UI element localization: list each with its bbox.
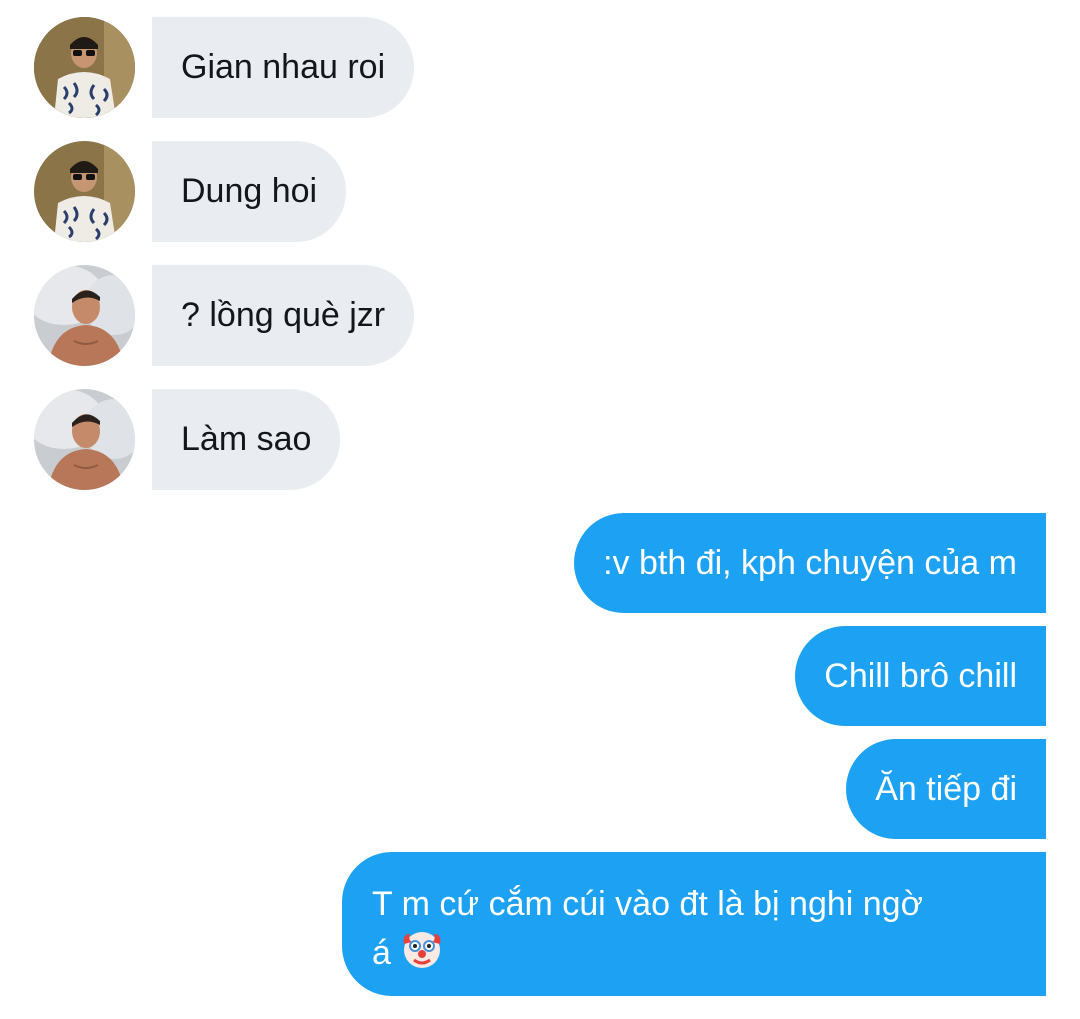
message-text: Ăn tiếp đi	[875, 770, 1017, 808]
incoming-message-bubble[interactable]: ? lồng què jzr	[152, 265, 415, 366]
message-text: Gian nhau roi	[181, 48, 386, 86]
avatar-lying-pillow[interactable]	[34, 265, 135, 366]
incoming-message-bubble[interactable]: Làm sao	[152, 389, 341, 490]
avatar-sunglasses-shirt[interactable]	[34, 141, 135, 242]
message-text-line: T m cứ cắm cúi vào đt là bị nghi ngờ	[372, 885, 923, 923]
avatar-sunglasses-shirt[interactable]	[34, 17, 135, 118]
message-text: ? lồng què jzr	[181, 296, 386, 334]
incoming-message-bubble[interactable]: Dung hoi	[152, 141, 347, 242]
message-text: Chill brô chill	[824, 657, 1017, 695]
message-text: Làm sao	[181, 420, 312, 458]
clown-face-icon	[400, 928, 444, 972]
message-text: á	[372, 934, 391, 972]
outgoing-message-bubble[interactable]: Chill brô chill	[795, 626, 1046, 726]
outgoing-message-bubble[interactable]: :v bth đi, kph chuyện của m	[574, 513, 1046, 613]
message-text-line-2: á	[372, 928, 1017, 977]
incoming-message-bubble[interactable]: Gian nhau roi	[152, 17, 415, 118]
avatar-lying-pillow[interactable]	[34, 389, 135, 490]
outgoing-message-bubble[interactable]: Ăn tiếp đi	[846, 739, 1046, 839]
message-text: Dung hoi	[181, 172, 318, 210]
outgoing-message-bubble[interactable]: T m cứ cắm cúi vào đt là bị nghi ngờ á	[342, 852, 1046, 996]
message-text: :v bth đi, kph chuyện của m	[603, 544, 1017, 582]
